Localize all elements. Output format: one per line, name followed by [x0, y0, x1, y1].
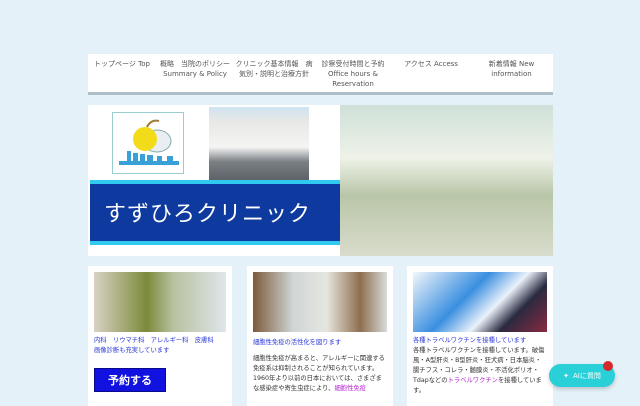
- nav-item-office-hours[interactable]: 診察受付時間と予約 Office hours & Reservation: [314, 54, 392, 92]
- nav-item-top[interactable]: トップページ Top: [88, 54, 156, 92]
- top-nav: トップページ Top 概略 当院のポリシー Summary & Policy クリ…: [88, 54, 553, 95]
- lobby-photo: [340, 105, 553, 256]
- clinic-building-photo: [209, 107, 309, 180]
- ai-button-label: AIに質問: [573, 371, 601, 380]
- clinic-logo: [112, 112, 184, 174]
- nav-item-summary-policy[interactable]: 概略 当院のポリシー Summary & Policy: [156, 54, 234, 92]
- notification-dot: [603, 361, 613, 371]
- travel-photo: [413, 272, 547, 332]
- nav-item-access[interactable]: アクセス Access: [392, 54, 470, 92]
- sparkle-icon: ✦: [563, 371, 569, 380]
- imaging-text: 画像診断も充実しています: [94, 347, 170, 354]
- vaccine-link[interactable]: トラベルワクチン: [448, 377, 498, 384]
- card-travel-vaccine: 各種トラベルワクチンを接種しています 各種トラベルワクチンを接種しています。破傷…: [407, 266, 553, 406]
- hero-banner: すずひろクリニック: [88, 105, 553, 256]
- departments-heading: 内科 リウマチ科 アレルギー科 皮膚科: [94, 337, 214, 344]
- hallway-photo: [253, 272, 387, 332]
- vaccine-heading: 各種トラベルワクチンを接種しています: [413, 337, 527, 344]
- card-departments: 内科 リウマチ科 アレルギー科 皮膚科 画像診断も充実しています 予約する: [88, 266, 232, 406]
- nav-item-clinic-info[interactable]: クリニック基本情報 病気別・説明と治療方針: [234, 54, 314, 92]
- reserve-button[interactable]: 予約する: [94, 368, 166, 392]
- clinic-title-bar: すずひろクリニック: [90, 180, 340, 245]
- immunity-heading: 細胞性免疫の活性化を図ります: [253, 339, 342, 346]
- card-immunity: 細胞性免疫の活性化を図ります 細胞性免疫が高まると、アレルギーに関連する免疫系は…: [247, 266, 393, 406]
- stairs-photo: [94, 272, 226, 332]
- nav-item-new-information[interactable]: 新着情報 New information: [470, 54, 553, 92]
- clinic-name: すずひろクリニック: [104, 202, 312, 227]
- immunity-link[interactable]: 細胞性免疫: [334, 385, 365, 392]
